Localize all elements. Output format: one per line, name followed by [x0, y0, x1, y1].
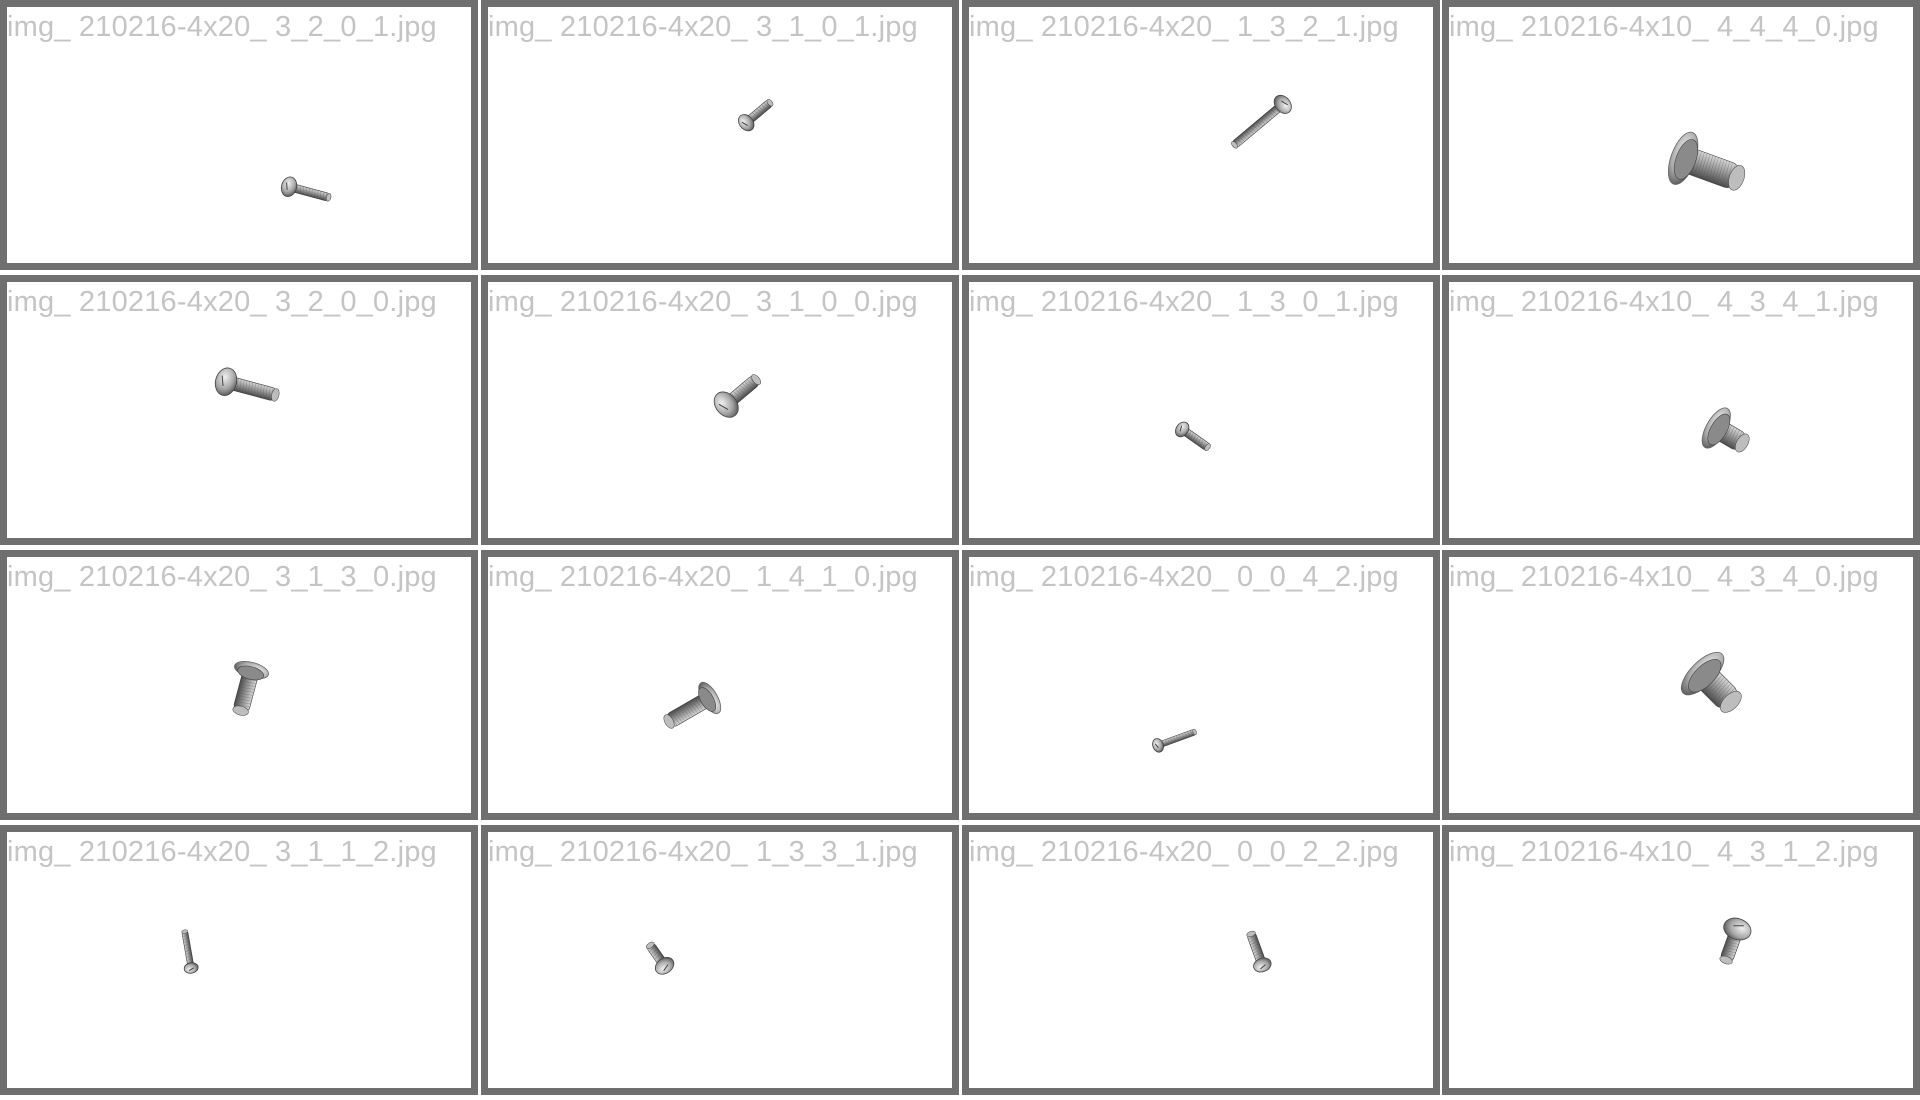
image-filename: img_ 210216-4x20_ 3_1_0_0.jpg — [488, 286, 918, 318]
screw-image — [1719, 917, 1752, 965]
screw — [646, 941, 675, 975]
image-grid: img_ 210216-4x20_ 3_2_0_1.jpg img_ 21021… — [0, 0, 1920, 1100]
screw — [663, 681, 722, 729]
screw-image — [1152, 728, 1197, 753]
screw-image — [663, 681, 722, 729]
image-filename: img_ 210216-4x10_ 4_3_4_0.jpg — [1449, 561, 1879, 593]
screw-image — [1701, 407, 1750, 453]
screw — [1246, 930, 1272, 973]
image-filename: img_ 210216-4x10_ 4_3_1_2.jpg — [1449, 836, 1879, 868]
screw — [1231, 94, 1292, 149]
screw-image — [232, 660, 269, 716]
image-tile[interactable]: img_ 210216-4x20_ 3_2_0_1.jpg — [0, 0, 478, 270]
image-tile[interactable]: img_ 210216-4x20_ 0_0_4_2.jpg — [962, 550, 1440, 820]
screw — [1701, 407, 1750, 453]
image-filename: img_ 210216-4x20_ 0_0_4_2.jpg — [969, 561, 1399, 593]
screw-image — [214, 367, 280, 402]
screw-image — [280, 176, 332, 202]
screw-head — [1253, 957, 1272, 973]
image-filename: img_ 210216-4x20_ 0_0_2_2.jpg — [969, 836, 1399, 868]
screw-image — [738, 99, 774, 132]
image-tile[interactable]: img_ 210216-4x20_ 3_1_0_1.jpg — [481, 0, 959, 270]
screw-image — [1231, 94, 1292, 149]
screw-head — [1152, 738, 1164, 753]
screw — [214, 367, 280, 402]
image-tile[interactable]: img_ 210216-4x20_ 3_1_0_0.jpg — [481, 275, 959, 545]
image-tile[interactable]: img_ 210216-4x10_ 4_3_4_0.jpg — [1442, 550, 1920, 820]
screw — [232, 660, 269, 716]
image-tile[interactable]: img_ 210216-4x20_ 1_3_0_1.jpg — [962, 275, 1440, 545]
screw — [1175, 421, 1211, 451]
image-filename: img_ 210216-4x10_ 4_3_4_1.jpg — [1449, 286, 1879, 318]
screw-head — [214, 367, 238, 396]
screw — [1152, 728, 1197, 753]
image-tile[interactable]: img_ 210216-4x20_ 3_1_1_2.jpg — [0, 825, 478, 1095]
image-filename: img_ 210216-4x20_ 3_1_3_0.jpg — [7, 561, 437, 593]
screw — [181, 929, 199, 974]
screw — [1667, 131, 1746, 191]
image-filename: img_ 210216-4x20_ 3_2_0_0.jpg — [7, 286, 437, 318]
screw-image — [1175, 421, 1211, 451]
screw — [1680, 651, 1742, 713]
image-tile[interactable]: img_ 210216-4x20_ 3_2_0_0.jpg — [0, 275, 478, 545]
image-filename: img_ 210216-4x20_ 1_3_2_1.jpg — [969, 11, 1399, 43]
image-filename: img_ 210216-4x20_ 1_4_1_0.jpg — [488, 561, 918, 593]
image-tile[interactable]: img_ 210216-4x20_ 1_4_1_0.jpg — [481, 550, 959, 820]
screw-image — [646, 941, 675, 975]
screw-image — [1246, 930, 1272, 973]
image-filename: img_ 210216-4x20_ 3_1_0_1.jpg — [488, 11, 918, 43]
screw — [280, 176, 332, 202]
image-tile[interactable]: img_ 210216-4x10_ 4_4_4_0.jpg — [1442, 0, 1920, 270]
image-tile[interactable]: img_ 210216-4x20_ 1_3_3_1.jpg — [481, 825, 959, 1095]
image-filename: img_ 210216-4x20_ 1_3_3_1.jpg — [488, 836, 918, 868]
image-filename: img_ 210216-4x20_ 1_3_0_1.jpg — [969, 286, 1399, 318]
image-filename: img_ 210216-4x20_ 3_1_1_2.jpg — [7, 836, 437, 868]
image-tile[interactable]: img_ 210216-4x10_ 4_3_1_2.jpg — [1442, 825, 1920, 1095]
screw-image — [1667, 131, 1746, 191]
screw-head — [1723, 917, 1752, 941]
screw-image — [181, 929, 199, 974]
screw — [738, 99, 774, 132]
image-filename: img_ 210216-4x20_ 3_2_0_1.jpg — [7, 11, 437, 43]
screw-image — [713, 374, 761, 418]
screw-head — [183, 962, 199, 974]
screw — [1719, 917, 1752, 965]
screw-image — [1680, 651, 1742, 713]
image-tile[interactable]: img_ 210216-4x20_ 3_1_3_0.jpg — [0, 550, 478, 820]
image-filename: img_ 210216-4x10_ 4_4_4_0.jpg — [1449, 11, 1879, 43]
image-tile[interactable]: img_ 210216-4x10_ 4_3_4_1.jpg — [1442, 275, 1920, 545]
image-tile[interactable]: img_ 210216-4x20_ 0_0_2_2.jpg — [962, 825, 1440, 1095]
image-tile[interactable]: img_ 210216-4x20_ 1_3_2_1.jpg — [962, 0, 1440, 270]
screw-head — [280, 176, 298, 197]
screw — [713, 374, 761, 418]
